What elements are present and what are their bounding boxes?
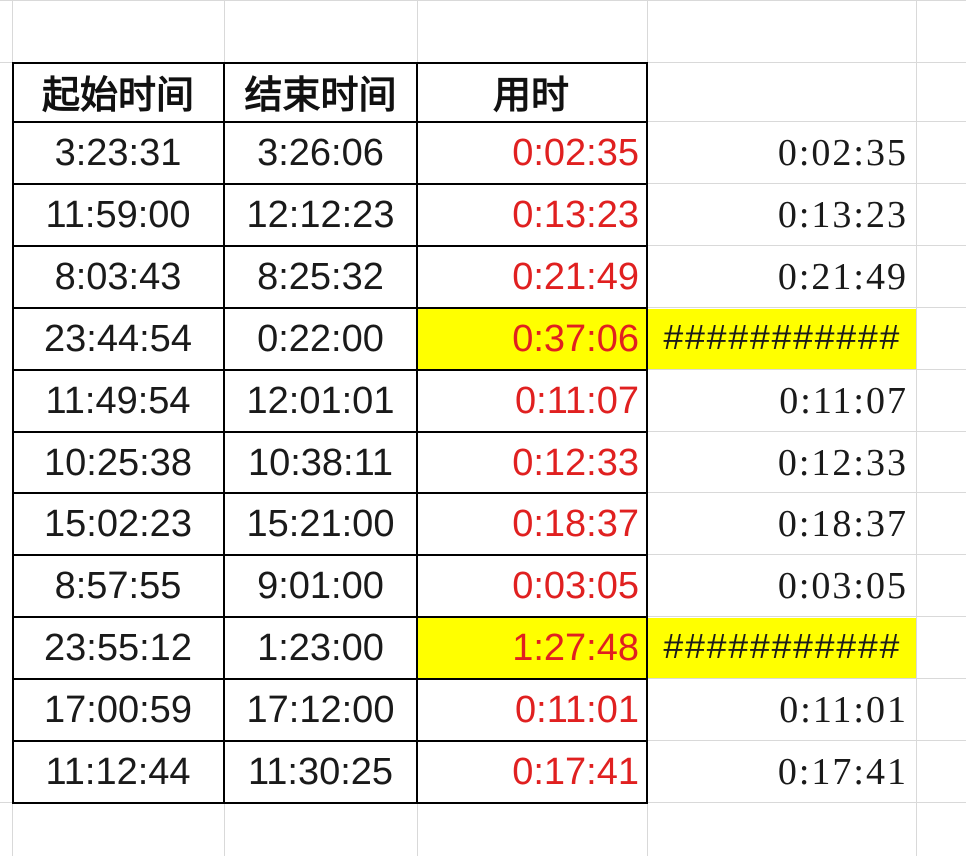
cell-end-time[interactable]: 0:22:00 [224,309,417,369]
cell-duration-numeric[interactable]: 0:11:01 [647,680,916,740]
gridline [647,183,966,184]
cell-start-time[interactable]: 8:57:55 [12,556,224,616]
cell-duration[interactable]: 0:12:33 [417,433,647,493]
cell-end-time[interactable]: 9:01:00 [224,556,417,616]
cell-end-time[interactable]: 15:21:00 [224,494,417,554]
cell-start-time[interactable]: 3:23:31 [12,123,224,183]
cell-duration-numeric[interactable]: 0:18:37 [647,494,916,554]
cell-duration-numeric[interactable]: 0:02:35 [647,123,916,183]
cell-end-time[interactable]: 3:26:06 [224,123,417,183]
cell-duration[interactable]: 0:21:49 [417,247,647,307]
header-start-time[interactable]: 起始时间 [12,62,224,121]
cell-duration[interactable]: 0:13:23 [417,185,647,245]
cell-start-time[interactable]: 8:03:43 [12,247,224,307]
row-border [12,740,648,742]
row-border [12,492,648,494]
cell-end-time[interactable]: 12:12:23 [224,185,417,245]
cell-start-time[interactable]: 23:55:12 [12,618,224,678]
cell-duration-numeric[interactable]: 0:17:41 [647,742,916,802]
cell-duration-numeric[interactable]: 0:12:33 [647,433,916,493]
table-border [12,62,14,804]
cell-start-time[interactable]: 11:59:00 [12,185,224,245]
gridline [647,678,966,679]
row-border [12,369,648,371]
cell-start-time[interactable]: 23:44:54 [12,309,224,369]
row-border [12,554,648,556]
cell-duration-numeric[interactable]: 0:11:07 [647,371,916,431]
cell-duration-numeric[interactable]: 0:21:49 [647,247,916,307]
cell-start-time[interactable]: 10:25:38 [12,433,224,493]
cell-duration[interactable]: 1:27:48 [417,618,647,678]
cell-end-time[interactable]: 12:01:01 [224,371,417,431]
gridline [647,616,966,617]
cell-end-time[interactable]: 8:25:32 [224,247,417,307]
row-border [12,121,648,123]
cell-duration-numeric[interactable]: ########### [647,618,916,678]
cell-start-time[interactable]: 11:49:54 [12,371,224,431]
spreadsheet: 起始时间 结束时间 用时 3:23:31 3:26:06 0:02:35 0:02:3… [0,0,966,856]
cell-duration[interactable]: 0:11:07 [417,371,647,431]
cell-end-time[interactable]: 11:30:25 [224,742,417,802]
cell-duration[interactable]: 0:11:01 [417,680,647,740]
table-border [12,62,648,64]
cell-end-time[interactable]: 10:38:11 [224,433,417,493]
gridline [647,307,966,308]
cell-end-time[interactable]: 17:12:00 [224,680,417,740]
header-duration[interactable]: 用时 [417,62,647,121]
header-end-time[interactable]: 结束时间 [224,62,417,121]
row-border [12,183,648,185]
cell-start-time[interactable]: 17:00:59 [12,680,224,740]
row-border [12,307,648,309]
table-border [223,62,225,804]
gridline [647,492,966,493]
cell-duration-numeric[interactable]: 0:13:23 [647,185,916,245]
gridline [647,431,966,432]
cell-duration[interactable]: 0:03:05 [417,556,647,616]
cell-duration-numeric[interactable]: 0:03:05 [647,556,916,616]
cell-start-time[interactable]: 15:02:23 [12,494,224,554]
cell-duration-numeric[interactable]: ########### [647,309,916,369]
gridline [647,554,966,555]
row-border [12,678,648,680]
gridline [0,0,966,1]
row-border [12,431,648,433]
cell-end-time[interactable]: 1:23:00 [224,618,417,678]
gridline [647,121,966,122]
cell-duration[interactable]: 0:18:37 [417,494,647,554]
gridline [916,0,917,856]
cell-start-time[interactable]: 11:12:44 [12,742,224,802]
row-border [12,245,648,247]
cell-duration[interactable]: 0:17:41 [417,742,647,802]
gridline [647,245,966,246]
row-border [12,616,648,618]
table-border [416,62,418,804]
table-border [12,802,648,804]
cell-duration[interactable]: 0:37:06 [417,309,647,369]
table-border [646,62,648,804]
gridline [647,740,966,741]
cell-duration[interactable]: 0:02:35 [417,123,647,183]
gridline [647,369,966,370]
